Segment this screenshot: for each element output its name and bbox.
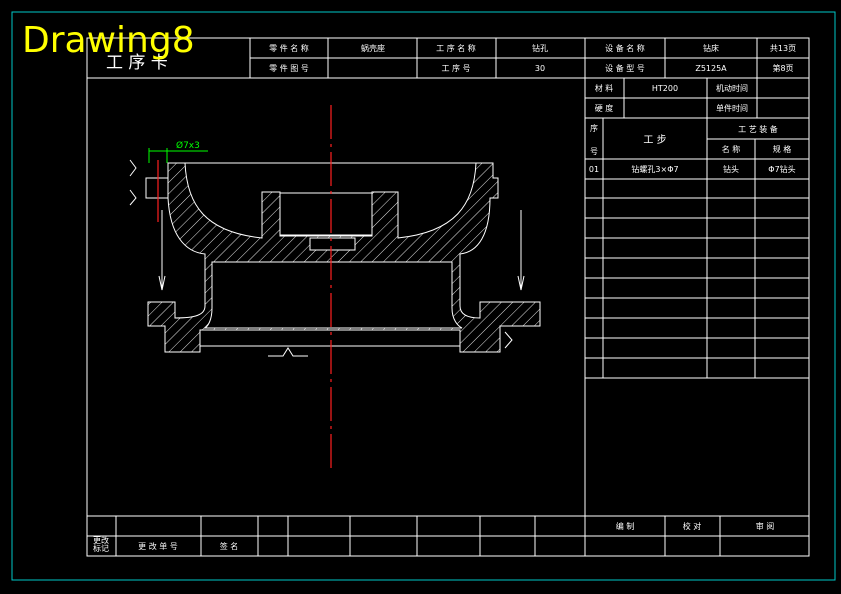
tool-name-label: 名 称 — [722, 144, 741, 154]
change-doc-no: 更 改 单 号 — [138, 541, 178, 551]
hole-dimension[interactable]: Ø7x3 — [176, 140, 200, 151]
locating-symbol — [268, 347, 308, 357]
part-name-value: 蜗壳座 — [361, 43, 385, 53]
process-no-value: 30 — [535, 64, 545, 73]
part-drawing-no-label: 零 件 图 号 — [269, 63, 309, 73]
material-value: HT200 — [652, 84, 678, 93]
machine-time-label: 机动时间 — [716, 83, 748, 93]
drawing-tab-label[interactable]: Drawing8 — [22, 20, 195, 61]
signature-label: 签 名 — [220, 541, 239, 551]
process-no-label: 工 序 号 — [441, 63, 470, 73]
step-description: 钻螺孔3×Φ7 — [631, 164, 678, 174]
left-clamp-symbol — [129, 159, 137, 206]
step-tool-name: 钻头 — [723, 164, 739, 174]
inner-cavity — [203, 261, 463, 329]
tool-spec-label: 规 格 — [773, 144, 792, 154]
process-name-value: 钻孔 — [532, 43, 548, 53]
seq-label-bottom: 号 — [590, 147, 598, 156]
part-section-view[interactable]: Ø7x3 — [129, 105, 541, 468]
equipment-name-value: 钻床 — [703, 43, 719, 53]
equipment-model-value: Z5125A — [695, 64, 727, 73]
process-name-label: 工 序 名 称 — [436, 43, 476, 53]
part-name-label: 零 件 名 称 — [269, 43, 309, 53]
step-tool-spec: Φ7钻头 — [768, 164, 795, 174]
equipment-name-label: 设 备 名 称 — [605, 43, 645, 53]
step-seq: 01 — [589, 165, 599, 174]
review-label: 审 阅 — [756, 521, 775, 531]
base-plate — [199, 329, 461, 347]
right-clamp-symbol — [504, 331, 513, 349]
left-flange — [145, 177, 169, 199]
page-number: 第8页 — [772, 63, 793, 73]
equipment-model-label: 设 备 型 号 — [605, 63, 645, 73]
tooling-label: 工 艺 装 备 — [738, 124, 778, 134]
hub-bore — [279, 192, 373, 236]
unit-time-label: 单件时间 — [716, 103, 748, 113]
step-label: 工 步 — [643, 134, 666, 146]
total-pages: 共13页 — [770, 44, 796, 53]
hardness-label: 硬 度 — [595, 103, 614, 113]
hub-counterbore — [309, 237, 356, 251]
change-mark-line2: 标记 — [93, 543, 109, 553]
check-label: 校 对 — [683, 521, 702, 531]
compile-label: 编 制 — [616, 521, 635, 531]
step-row[interactable]: 01 钻螺孔3×Φ7 钻头 Φ7钻头 — [589, 164, 796, 174]
right-panel-grid — [584, 78, 809, 516]
cad-viewport[interactable]: 工 序 卡 Drawing8 零 件 名 称 蜗壳座 工 序 名 称 钻孔 设 … — [0, 0, 841, 594]
seq-label-top: 序 — [590, 123, 598, 133]
material-label: 材 料 — [595, 83, 614, 93]
